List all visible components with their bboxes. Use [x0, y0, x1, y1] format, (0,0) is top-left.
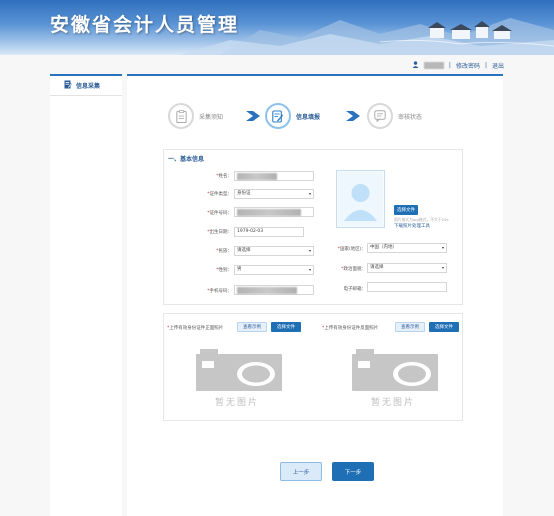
id-type-label: *证件类型：: [207, 192, 232, 197]
sidebar-item-label: 信息采集: [76, 83, 101, 90]
front-view-sample-button[interactable]: 查看示例: [237, 322, 267, 332]
id-number-field[interactable]: [234, 207, 314, 217]
email-field[interactable]: [367, 282, 447, 292]
edit-form-icon: [265, 103, 291, 129]
no-image-label: 暂无图片: [215, 398, 260, 408]
caret-down-icon: ▾: [441, 245, 444, 250]
avatar-icon: [338, 172, 383, 226]
sidebar-item-info-collection[interactable]: 信息采集: [50, 76, 122, 96]
country-select[interactable]: 中国（内地） ▾: [367, 243, 447, 253]
political-status-label: *政治面貌：: [341, 267, 366, 272]
edit-document-icon: [64, 80, 73, 91]
message-icon: [367, 103, 393, 129]
page: 安徽省会计人员管理 | 修改密码 | 退出 信息采集 采集须知 信息填报 审核状…: [0, 0, 554, 516]
step-label: 信息填报: [296, 113, 321, 121]
caret-down-icon: ▾: [441, 265, 444, 270]
redacted-value: [237, 173, 277, 180]
clipboard-icon: [168, 103, 194, 129]
phone-label: *手机号码：: [207, 289, 232, 294]
photo-placeholder: [336, 170, 385, 228]
gender-label: *性别：: [216, 268, 232, 273]
logout-link[interactable]: 退出: [492, 61, 504, 70]
no-image-label: 暂无图片: [371, 398, 416, 408]
change-password-link[interactable]: 修改密码: [456, 61, 480, 70]
email-label: 电子邮箱：: [343, 287, 367, 292]
nation-select[interactable]: 请选择 ▾: [234, 246, 314, 256]
section-title: 一、基本信息: [168, 156, 205, 163]
redacted-value: [237, 209, 301, 216]
separator: |: [448, 61, 451, 69]
redacted-value: [237, 287, 297, 294]
previous-step-button[interactable]: 上一步: [280, 462, 322, 481]
caret-down-icon: ▾: [308, 191, 311, 196]
birth-date-label: *出生日期：: [207, 230, 232, 235]
step-label: 采集须知: [199, 113, 224, 121]
phone-field[interactable]: [234, 285, 314, 295]
id-number-label: *证件号码：: [207, 211, 232, 216]
nation-label: *民族：: [216, 249, 232, 254]
separator: |: [484, 61, 487, 69]
next-step-button[interactable]: 下一步: [332, 462, 374, 481]
back-view-sample-button[interactable]: 查看示例: [395, 322, 425, 332]
name-label: *姓名：: [216, 174, 232, 179]
country-label: *国家(地区)：: [337, 247, 366, 252]
id-front-label: *上传有效身份证件正面照片: [167, 326, 224, 331]
photo-choose-file-button[interactable]: 选择文件: [394, 205, 418, 215]
front-choose-file-button[interactable]: 选择文件: [271, 322, 301, 332]
step-fill-info: 信息填报: [265, 103, 320, 129]
sidebar: 信息采集: [50, 74, 122, 516]
step-arrow-icon: [346, 111, 360, 121]
download-photo-tool-link[interactable]: 下载照片处理工具: [394, 223, 430, 229]
progress-steps: 采集须知 信息填报 审核状态: [168, 103, 468, 133]
political-status-select[interactable]: 请选择 ▾: [367, 263, 447, 273]
camera-icon: [196, 349, 282, 391]
user-bar: | 修改密码 | 退出: [412, 59, 504, 71]
user-icon: [412, 60, 419, 70]
caret-down-icon: ▾: [308, 248, 311, 253]
step-label: 审核状态: [398, 113, 423, 121]
caret-down-icon: ▾: [308, 267, 311, 272]
gender-select[interactable]: 男 ▾: [234, 265, 314, 275]
step-arrow-icon: [246, 111, 260, 121]
id-back-label: *上传有效身份证件反面照片: [322, 326, 379, 331]
id-type-select[interactable]: 身份证 ▾: [234, 189, 314, 199]
birth-date-field[interactable]: 1979-02-03: [234, 227, 304, 237]
step-notice: 采集须知: [168, 103, 223, 129]
back-choose-file-button[interactable]: 选择文件: [429, 322, 459, 332]
camera-icon: [352, 349, 438, 391]
name-field[interactable]: [234, 171, 314, 181]
header-banner: 安徽省会计人员管理: [0, 0, 554, 55]
app-title: 安徽省会计人员管理: [50, 14, 240, 36]
step-review-status: 审核状态: [367, 103, 422, 129]
user-name-redacted: [423, 61, 444, 69]
